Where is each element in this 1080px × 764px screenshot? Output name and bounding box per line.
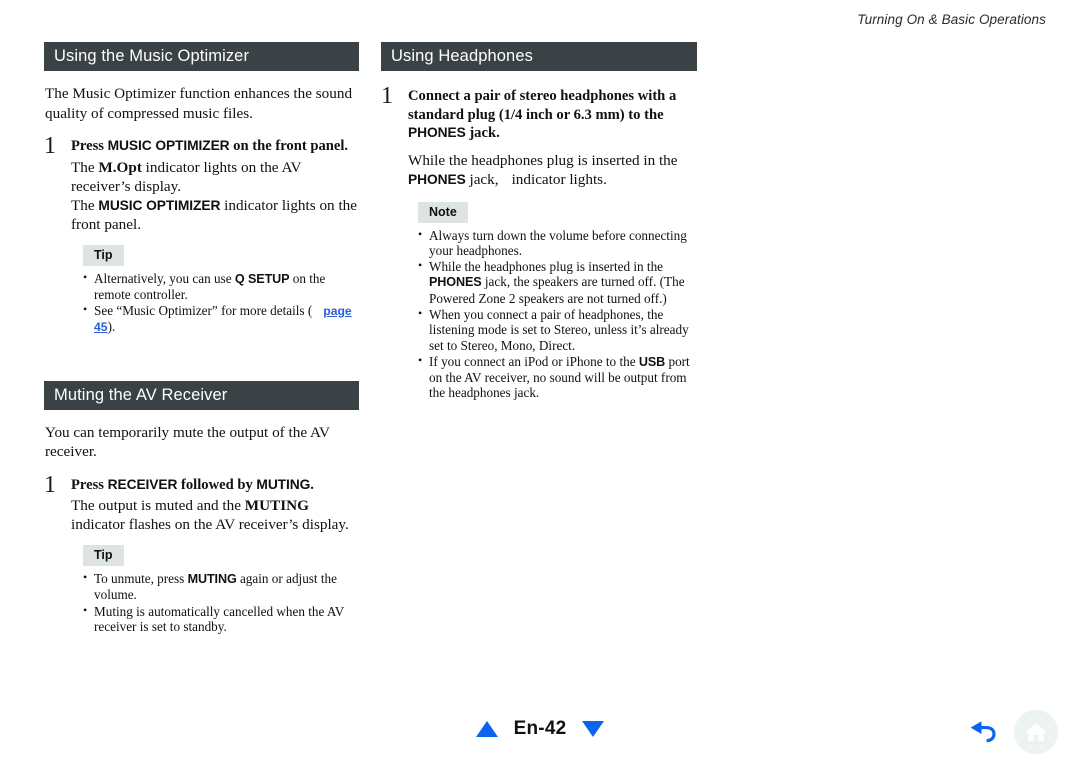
step-body-line-1: While the headphones plug is inserted in… [408, 151, 698, 189]
callout-tip-music-optimizer: Tip Alternatively, you can use Q SETUP o… [71, 244, 359, 336]
list-item: While the headphones plug is inserted in… [418, 258, 698, 306]
step-headphones-1: 1 Connect a pair of stereo headphones wi… [381, 83, 698, 401]
step-title-suffix: jack. [465, 125, 500, 141]
bullet-prefix: Always turn down the volume before conne… [429, 227, 687, 258]
list-item: If you connect an iPod or iPhone to the … [418, 353, 698, 401]
bullet-prefix: While the headphones plug is inserted in… [429, 259, 664, 275]
body-suffix: indicator lights. [511, 170, 607, 188]
key-mopt: M.Opt [98, 158, 142, 176]
section-heading-muting: Muting the AV Receiver [44, 380, 359, 410]
bullet-prefix: Alternatively, you can use [94, 270, 235, 286]
note-bullet-list: Always turn down the volume before conne… [418, 227, 698, 401]
triangle-down-icon[interactable] [582, 721, 605, 737]
step-title-prefix: Connect a pair of stereo headphones with… [408, 88, 677, 123]
step-title-middle: followed by [177, 476, 257, 493]
key-receiver: RECEIVER [107, 476, 178, 492]
key-music-optimizer: MUSIC OPTIMIZER [107, 138, 230, 153]
key-phones: PHONES [408, 125, 466, 140]
badge-note: Note [418, 201, 468, 223]
body-1-suffix: indicator flashes on the AV receiver’s d… [71, 516, 349, 534]
section-headphones: Using Headphones 1 Connect a pair of ste… [381, 42, 698, 401]
home-icon [1025, 723, 1047, 741]
tip-bullet-list: Alternatively, you can use Q SETUP on th… [83, 270, 359, 336]
list-item: Alternatively, you can use Q SETUP on th… [83, 270, 359, 303]
bullet-prefix: When you connect a pair of headphones, t… [429, 306, 689, 353]
body-prefix: While the headphones plug is inserted in… [408, 151, 678, 169]
back-button[interactable] [962, 710, 1006, 754]
badge-tip: Tip [83, 545, 124, 567]
list-item: Muting is automatically cancelled when t… [83, 603, 359, 635]
body-1-prefix: The [71, 158, 99, 176]
body-2-prefix: The [71, 196, 99, 214]
body-1-prefix: The output is muted and the [71, 497, 245, 515]
running-header-title: Turning On & Basic Operations [857, 12, 1046, 27]
section-heading-headphones: Using Headphones [381, 42, 697, 71]
bullet-prefix: To unmute, press [94, 571, 188, 587]
section-music-optimizer: Using the Music Optimizer The Music Opti… [44, 42, 359, 336]
step-body-line-2: The MUSIC OPTIMIZER indicator lights on … [71, 196, 359, 234]
callout-note-headphones: Note Always turn down the volume before … [408, 201, 698, 401]
key-muting: MUTING [256, 476, 311, 492]
triangle-up-icon[interactable] [475, 721, 498, 737]
step-number: 1 [44, 471, 56, 498]
step-title-suffix: . [310, 476, 314, 493]
key-phones: PHONES [429, 275, 482, 290]
tip-bullet-list: To unmute, press MUTING again or adjust … [83, 570, 359, 635]
home-button[interactable] [1014, 710, 1058, 754]
step-body-line-1: The M.Opt indicator lights on the AV rec… [71, 158, 359, 196]
key-q-setup: Q SETUP [234, 271, 290, 286]
list-item: See “Music Optimizer” for more details (… [83, 302, 359, 336]
key-music-optimizer-indicator: MUSIC OPTIMIZER [98, 197, 221, 213]
footer-tool-buttons [962, 710, 1058, 754]
key-phones: PHONES [408, 171, 466, 187]
badge-tip: Tip [83, 244, 124, 266]
page-number-label: En-42 [513, 718, 567, 739]
section-intro-muting: You can temporarily mute the output of t… [45, 423, 330, 461]
step-number: 1 [44, 133, 56, 159]
list-item: When you connect a pair of headphones, t… [418, 306, 698, 353]
step-body-line-1: The output is muted and the MUTING indic… [71, 496, 359, 534]
bullet-prefix: If you connect an iPod or iPhone to the [429, 353, 639, 369]
list-item: Always turn down the volume before conne… [418, 227, 698, 259]
page-navigation: En-42 [0, 712, 1080, 746]
step-title: Press RECEIVER followed by MUTING. [71, 476, 359, 495]
callout-tip-muting: Tip To unmute, press MUTING again or adj… [71, 545, 359, 634]
bullet-prefix: Muting is automatically cancelled when t… [94, 603, 345, 635]
list-item: To unmute, press MUTING again or adjust … [83, 570, 359, 603]
step-title: Press MUSIC OPTIMIZER on the front panel… [71, 137, 359, 156]
step-title-prefix: Press [71, 138, 108, 154]
home-button-circle [1014, 710, 1058, 754]
body-middle: jack, [465, 170, 499, 188]
key-muting-indicator: MUTING [244, 497, 309, 515]
bullet-prefix: See “Music Optimizer” for more details ( [94, 303, 313, 319]
step-number: 1 [381, 83, 393, 109]
section-muting: Muting the AV Receiver You can temporari… [44, 380, 359, 635]
bullet-suffix: ). [107, 319, 116, 335]
key-usb: USB [638, 354, 666, 369]
step-muting-1: 1 Press RECEIVER followed by MUTING. The… [44, 471, 359, 635]
section-heading-music-optimizer: Using the Music Optimizer [44, 42, 359, 71]
right-column: Using Headphones 1 Connect a pair of ste… [381, 42, 698, 402]
step-title: Connect a pair of stereo headphones with… [408, 87, 698, 143]
step-title-prefix: Press [71, 476, 108, 493]
step-music-optimizer-1: 1 Press MUSIC OPTIMIZER on the front pan… [44, 133, 359, 336]
left-column: Using the Music Optimizer The Music Opti… [44, 42, 359, 635]
key-muting: MUTING [187, 572, 237, 587]
back-arrow-icon [970, 721, 996, 743]
section-intro-music-optimizer: The Music Optimizer function enhances th… [45, 85, 353, 122]
step-title-suffix: on the front panel. [229, 138, 349, 154]
